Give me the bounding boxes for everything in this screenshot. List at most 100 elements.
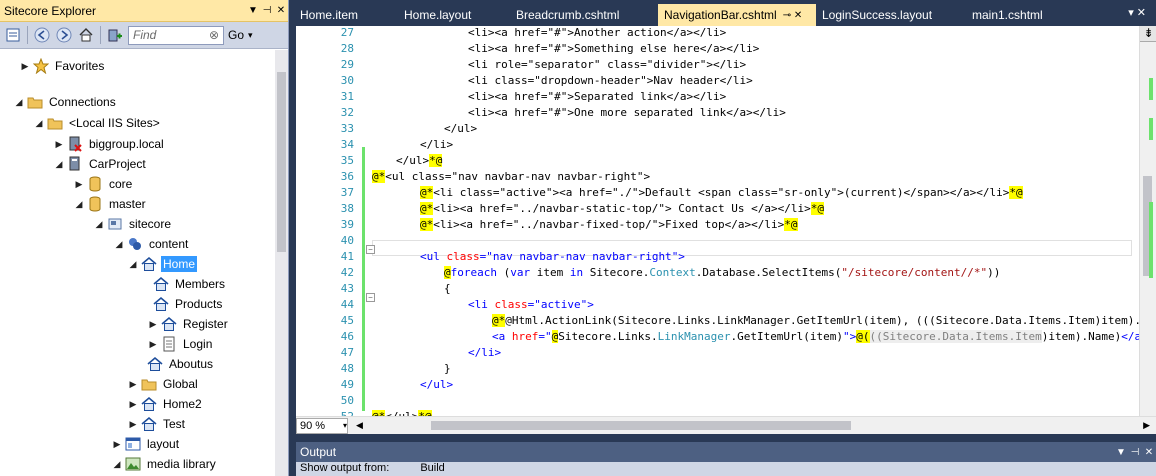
code-token: {: [444, 282, 451, 295]
clear-icon[interactable]: ⊗: [209, 28, 219, 42]
collapse-arrow-icon[interactable]: ◢: [72, 199, 86, 210]
collapse-icon[interactable]: [4, 26, 22, 44]
line-number: 49: [340, 378, 354, 391]
code-token: @*: [420, 218, 434, 231]
code-token: </li>: [468, 346, 502, 359]
explorer-scrollbar[interactable]: [275, 50, 288, 476]
code-editor[interactable]: 27 28 29 30 31 32 33 34 35 36 37 38 39 4…: [296, 26, 1156, 416]
tab-home-layout[interactable]: Home.layout: [398, 4, 510, 26]
code-token: </li>: [420, 138, 454, 151]
tree-item[interactable]: ◢ Connections: [12, 92, 118, 112]
expand-arrow-icon[interactable]: ▶: [110, 439, 124, 450]
line-number: 35: [340, 154, 354, 167]
tab-home-item[interactable]: Home.item: [294, 4, 398, 26]
fold-toggle-icon[interactable]: −: [366, 293, 375, 302]
tab-navigationbar[interactable]: NavigationBar.cshtml ⊸ ✕: [658, 4, 816, 26]
tree-item[interactable]: ▶ biggroup.local: [52, 134, 166, 154]
code-line: @*<ul class="nav navbar-nav navbar-right…: [372, 170, 650, 183]
scroll-left-icon[interactable]: ◀: [356, 420, 363, 431]
tree-item-selected[interactable]: ◢ Home: [126, 254, 198, 274]
code-token: @*: [420, 186, 434, 199]
collapse-arrow-icon[interactable]: ◢: [110, 459, 124, 470]
pin-icon[interactable]: ⊣: [260, 5, 274, 16]
tree-item-label: CarProject: [89, 157, 146, 171]
output-source-select[interactable]: Build: [420, 462, 444, 474]
code-token: ">: [580, 298, 594, 311]
tree-item[interactable]: ▶ Test: [126, 414, 187, 434]
tree-item-label: Test: [163, 417, 186, 431]
collapse-arrow-icon[interactable]: ◢: [12, 97, 26, 108]
overflow-icon[interactable]: ▾: [248, 30, 253, 41]
tree-item[interactable]: ▶ Login: [146, 334, 214, 354]
tab-label: LoginSuccess.layout: [822, 8, 933, 22]
find-input[interactable]: Find ⊗: [128, 25, 224, 45]
tree-item[interactable]: ▶ layout: [110, 434, 181, 454]
editor-vertical-scrollbar[interactable]: ⇟: [1139, 26, 1156, 416]
dropdown-icon[interactable]: ▼: [1114, 447, 1128, 458]
code-token: @: [444, 266, 451, 279]
close-icon[interactable]: ✕: [1142, 447, 1156, 458]
tab-main1[interactable]: main1.cshtml: [966, 4, 1076, 26]
tree-item[interactable]: ◢ content: [112, 234, 190, 254]
collapse-arrow-icon[interactable]: ◢: [92, 219, 106, 230]
tree-item[interactable]: ◢ sitecore: [92, 214, 173, 234]
code-token: =": [527, 298, 541, 311]
tree-item[interactable]: ◢ <Local IIS Sites>: [32, 113, 162, 133]
collapse-arrow-icon[interactable]: ◢: [126, 259, 140, 270]
expand-arrow-icon[interactable]: ▶: [18, 61, 32, 72]
expand-arrow-icon[interactable]: ▶: [72, 179, 86, 190]
find-placeholder: Find: [133, 28, 157, 42]
code-token: LinkManager: [657, 330, 731, 343]
code-token: in: [569, 266, 584, 279]
tree-item[interactable]: ◢ CarProject: [52, 154, 148, 174]
tree-item[interactable]: ▶ Favorites: [18, 56, 106, 76]
tab-breadcrumb[interactable]: Breadcrumb.cshtml: [510, 4, 658, 26]
scrollbar-thumb[interactable]: [277, 72, 286, 252]
tree-item[interactable]: Aboutus: [132, 354, 215, 374]
close-icon[interactable]: ✕: [274, 5, 288, 16]
zoom-select[interactable]: 90 % ▾: [296, 417, 348, 434]
expand-arrow-icon[interactable]: ▶: [126, 399, 140, 410]
expand-arrow-icon[interactable]: ▶: [126, 419, 140, 430]
fold-toggle-icon[interactable]: −: [366, 245, 375, 254]
split-icon[interactable]: ⇟: [1140, 26, 1156, 42]
tree-item[interactable]: ▶ core: [72, 174, 134, 194]
tab-dropdown-icon[interactable]: ▾ ✕: [1128, 6, 1146, 19]
collapse-arrow-icon[interactable]: ◢: [52, 159, 66, 170]
output-title-bar: Output ▼ ⊣ ✕: [296, 442, 1156, 462]
collapse-arrow-icon[interactable]: ◢: [112, 239, 126, 250]
expand-arrow-icon[interactable]: ▶: [146, 319, 160, 330]
tab-pin-close-icon[interactable]: ⊸ ✕: [783, 10, 805, 21]
forward-icon[interactable]: [55, 26, 73, 44]
tree-item-label: Products: [175, 297, 223, 311]
horizontal-scrollbar-thumb[interactable]: [431, 421, 851, 430]
line-number: 32: [340, 106, 354, 119]
dropdown-icon[interactable]: ▼: [246, 5, 260, 16]
tree-item[interactable]: ◢ media library: [110, 454, 218, 474]
back-icon[interactable]: [33, 26, 51, 44]
database-add-icon[interactable]: [106, 26, 124, 44]
code-token: *@: [784, 218, 798, 231]
collapse-arrow-icon[interactable]: ◢: [32, 118, 46, 129]
tree-item-label: media library: [147, 457, 216, 471]
tree-item[interactable]: ▶ Register: [146, 314, 230, 334]
tree-item-label: Favorites: [55, 59, 105, 73]
code-line: @*@Html.ActionLink(Sitecore.Links.LinkMa…: [492, 314, 1156, 327]
output-panel: Output ▼ ⊣ ✕ Show output from: Build: [296, 442, 1156, 476]
go-button[interactable]: Go: [228, 28, 244, 42]
expand-arrow-icon[interactable]: ▶: [52, 139, 66, 150]
expand-arrow-icon[interactable]: ▶: [126, 379, 140, 390]
tree-item-label: master: [109, 197, 146, 211]
code-line: <li><a href="#">Something else here</a><…: [468, 42, 759, 55]
home-icon[interactable]: [77, 26, 95, 44]
tree-item[interactable]: ▶ Home2: [126, 394, 204, 414]
tab-loginsuccess[interactable]: LoginSuccess.layout: [816, 4, 966, 26]
tree-item[interactable]: Products: [152, 294, 224, 314]
tree-item[interactable]: ▶ Global: [126, 374, 200, 394]
line-number: 38: [340, 202, 354, 215]
tree-item[interactable]: ◢ master: [72, 194, 148, 214]
expand-arrow-icon[interactable]: ▶: [146, 339, 160, 350]
pin-icon[interactable]: ⊣: [1128, 447, 1142, 458]
scroll-right-icon[interactable]: ▶: [1143, 420, 1150, 431]
tree-item[interactable]: Members: [152, 274, 227, 294]
